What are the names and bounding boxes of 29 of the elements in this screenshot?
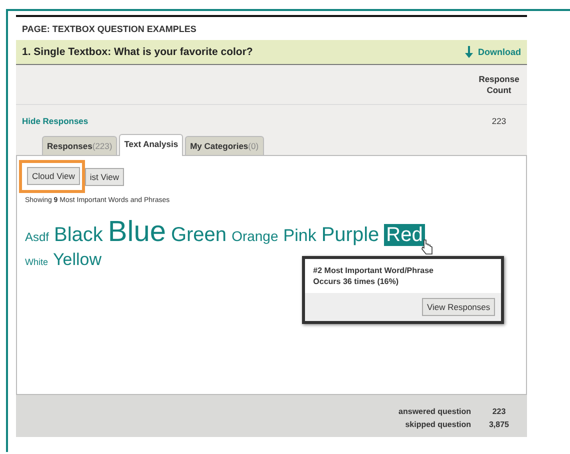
tooltip-text: Occurs 36 times (16%) [313, 276, 400, 288]
cloud-word[interactable]: Asdf [25, 230, 50, 244]
view-button[interactable]: ist View [84, 168, 124, 186]
view-responses-button[interactable]: View Responses [422, 298, 496, 316]
hide-responses-link[interactable]: Hide Responses [22, 116, 88, 126]
cloud-word[interactable]: Orange [232, 228, 278, 244]
view-button[interactable]: Cloud View [27, 167, 80, 186]
tab[interactable]: My Categories(0) [185, 136, 264, 156]
cloud-word[interactable]: White [25, 256, 48, 267]
tooltip-text: #2 Most Important Word/Phrase [313, 266, 434, 277]
page-title: PAGE: TEXTBOX QUESTION EXAMPLES [21, 23, 198, 36]
tab[interactable]: Responses(223) [42, 136, 118, 156]
question-title: 1. Single Textbox: What is your favorite color? [22, 46, 253, 58]
cloud-word[interactable]: Blue [108, 216, 166, 248]
summary-label: skipped question [405, 420, 471, 430]
summary-value: 3,875 [488, 420, 510, 430]
response-count: 223 [490, 116, 508, 126]
cloud-word[interactable]: Green [170, 224, 227, 246]
cloud-word[interactable]: Yellow [53, 250, 102, 269]
cloud-word[interactable]: Black [54, 224, 103, 246]
cloud-word[interactable]: Pink [283, 226, 316, 246]
column-header: Response Count [478, 74, 520, 96]
download-icon[interactable] [465, 46, 473, 58]
summary-value: 223 [491, 407, 507, 416]
summary-label: answered question [398, 407, 471, 416]
download-link[interactable]: Download [478, 47, 521, 57]
cloud-word[interactable]: Red [384, 224, 425, 246]
cloud-word[interactable]: Purple [321, 224, 380, 246]
tab[interactable]: Text Analysis [119, 134, 184, 156]
